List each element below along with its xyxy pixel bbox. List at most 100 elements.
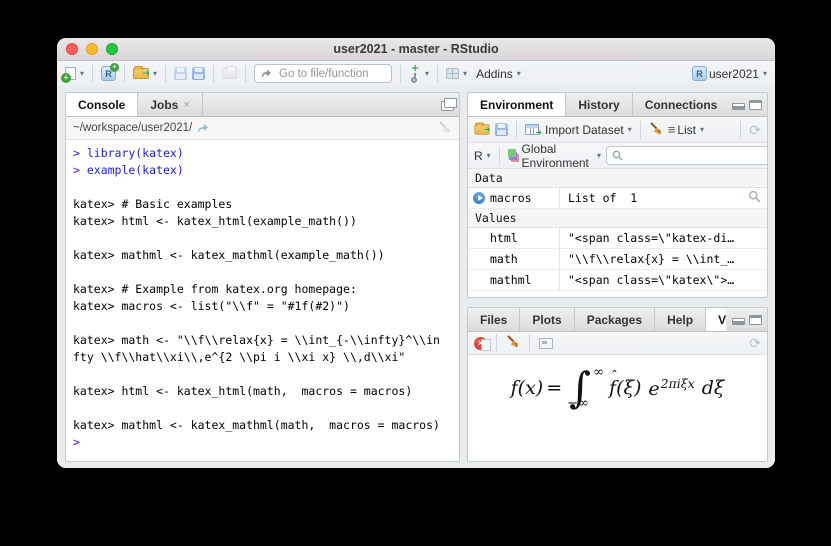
maximize-pane-icon[interactable]: [749, 315, 762, 325]
tab-environment[interactable]: Environment: [468, 93, 566, 116]
formula-lhs: f(x): [511, 377, 544, 399]
tab-help[interactable]: Help: [655, 308, 706, 331]
environment-search[interactable]: [606, 146, 768, 165]
language-selector[interactable]: R ▾: [474, 149, 491, 163]
tab-packages[interactable]: Packages: [575, 308, 655, 331]
minimize-pane-icon[interactable]: [732, 318, 745, 325]
divider: [740, 121, 741, 139]
object-value: "<span class=\"katex\">…: [560, 273, 767, 287]
clear-environment-icon[interactable]: [649, 121, 663, 138]
project-label: user2021: [709, 67, 759, 81]
tab-jobs[interactable]: Jobs ×: [138, 93, 202, 116]
open-folder-icon: [133, 68, 149, 79]
environment-search-input[interactable]: [627, 149, 768, 163]
object-name: html: [468, 228, 560, 248]
exponent: 2πiξx: [661, 376, 695, 391]
print-icon: [222, 68, 237, 79]
tab-console[interactable]: Console: [66, 93, 138, 116]
open-in-new-window-icon[interactable]: [539, 338, 553, 349]
console-line: katex> # Basic examples: [73, 196, 452, 213]
env-row-html[interactable]: html"<span class=\"katex-di…: [468, 228, 767, 249]
list-view-button[interactable]: ≡ List ▾: [668, 123, 704, 137]
view-object-icon[interactable]: [748, 190, 761, 206]
tab-connections[interactable]: Connections: [633, 93, 731, 116]
load-workspace-icon[interactable]: [474, 124, 489, 134]
refresh-viewer-icon[interactable]: ⟳: [749, 336, 761, 350]
goto-directory-icon[interactable]: [197, 123, 209, 133]
project-menu-button[interactable]: R user2021 ▾: [692, 66, 767, 81]
console-line: katex> html <- katex_html(math, macros =…: [73, 383, 452, 400]
object-name: macros: [490, 191, 532, 205]
console-tabbar: Console Jobs ×: [66, 93, 459, 117]
integral: ∫ ∞ −∞: [569, 369, 591, 407]
clear-all-viewer-icon[interactable]: [506, 334, 520, 353]
console-line: katex> mathml <- katex_mathml(math, macr…: [73, 417, 452, 434]
workspace-panes-button[interactable]: ▾: [446, 68, 467, 79]
console-line: > library(katex): [73, 145, 452, 162]
version-control-button[interactable]: + ▾: [409, 66, 429, 82]
console-line: [73, 230, 452, 247]
minimize-pane-icon[interactable]: [732, 103, 745, 110]
katex-formula: f(x) = ∫ ∞ −∞ ˆ f (ξ) e2πiξx dξ: [468, 369, 767, 407]
tab-history[interactable]: History: [566, 93, 632, 116]
expand-object-icon[interactable]: [473, 192, 485, 204]
euler-e: e2πiξx: [648, 376, 694, 400]
goto-file-search[interactable]: [254, 64, 392, 83]
environment-toolbar: Import Dataset ▾ ≡ List ▾: [468, 117, 767, 143]
save-all-icon: [192, 67, 205, 80]
chevron-down-icon: ▾: [487, 151, 491, 160]
list-view-label: List: [677, 123, 696, 137]
chevron-down-icon: ▾: [425, 69, 429, 78]
divider: [165, 65, 166, 83]
clear-console-icon[interactable]: [438, 120, 452, 137]
f-hat: ˆ f: [609, 377, 616, 399]
panes-grid-icon: [446, 68, 459, 79]
language-label: R: [474, 149, 483, 163]
maximize-pane-icon[interactable]: [749, 100, 762, 110]
open-file-button[interactable]: ▾: [133, 68, 157, 79]
new-file-button[interactable]: ▾: [65, 67, 84, 80]
refresh-icon[interactable]: ⟳: [749, 123, 761, 137]
env-value-rows: html"<span class=\"katex-di…math"\\f\\re…: [468, 228, 767, 291]
divider: [92, 65, 93, 83]
rstudio-window: user2021 - master - RStudio ▾ R ▾: [57, 38, 775, 468]
formula-equals: =: [546, 377, 562, 399]
environment-scope-selector[interactable]: Global Environment ▾: [508, 142, 601, 170]
tab-files[interactable]: Files: [468, 308, 520, 331]
hat-argument: (ξ): [616, 377, 641, 399]
new-project-button[interactable]: R: [101, 66, 116, 81]
differential: dξ: [702, 377, 725, 399]
close-icon[interactable]: ×: [183, 94, 189, 116]
env-row-mathml[interactable]: mathml"<span class=\"katex\">…: [468, 270, 767, 291]
scope-label: Global Environment: [522, 142, 594, 170]
global-environment-icon: [508, 149, 517, 162]
addins-button[interactable]: Addins ▾: [476, 67, 521, 81]
divider: [640, 121, 641, 139]
tab-console-label: Console: [78, 94, 125, 116]
console-line: [73, 366, 452, 383]
save-workspace-icon[interactable]: [495, 123, 508, 136]
import-dataset-label: Import Dataset: [545, 123, 624, 137]
files-tabbar: FilesPlotsPackagesHelpViewer: [468, 308, 767, 332]
chevron-down-icon: ▾: [153, 69, 157, 78]
close-button[interactable]: [66, 43, 78, 55]
env-row-macros[interactable]: macros List of 1: [468, 188, 767, 209]
chevron-down-icon: ▾: [763, 69, 767, 78]
save-all-button[interactable]: [192, 67, 205, 80]
minimize-button[interactable]: [86, 43, 98, 55]
goto-file-input[interactable]: [277, 67, 385, 81]
save-button[interactable]: [174, 67, 187, 80]
maximize-panel-icon[interactable]: [441, 101, 454, 111]
env-row-math[interactable]: math"\\f\\relax{x} = \\int_…: [468, 249, 767, 270]
clear-viewer-icon[interactable]: ×: [474, 337, 487, 350]
console-output: > library(katex)> example(katex)katex> #…: [66, 140, 459, 456]
console-line: katex> # Example from katex.org homepage…: [73, 281, 452, 298]
save-icon: [174, 67, 187, 80]
console-line: katex> html <- katex_html(example_math()…: [73, 213, 452, 230]
zoom-button[interactable]: [106, 43, 118, 55]
console-line: katex> macros <- list("\\f" = "#1f(#2)"): [73, 298, 452, 315]
tab-plots[interactable]: Plots: [520, 308, 574, 331]
print-button[interactable]: [222, 68, 237, 79]
import-dataset-button[interactable]: Import Dataset ▾: [525, 123, 632, 137]
environment-tabbar: EnvironmentHistoryConnections: [468, 93, 767, 117]
